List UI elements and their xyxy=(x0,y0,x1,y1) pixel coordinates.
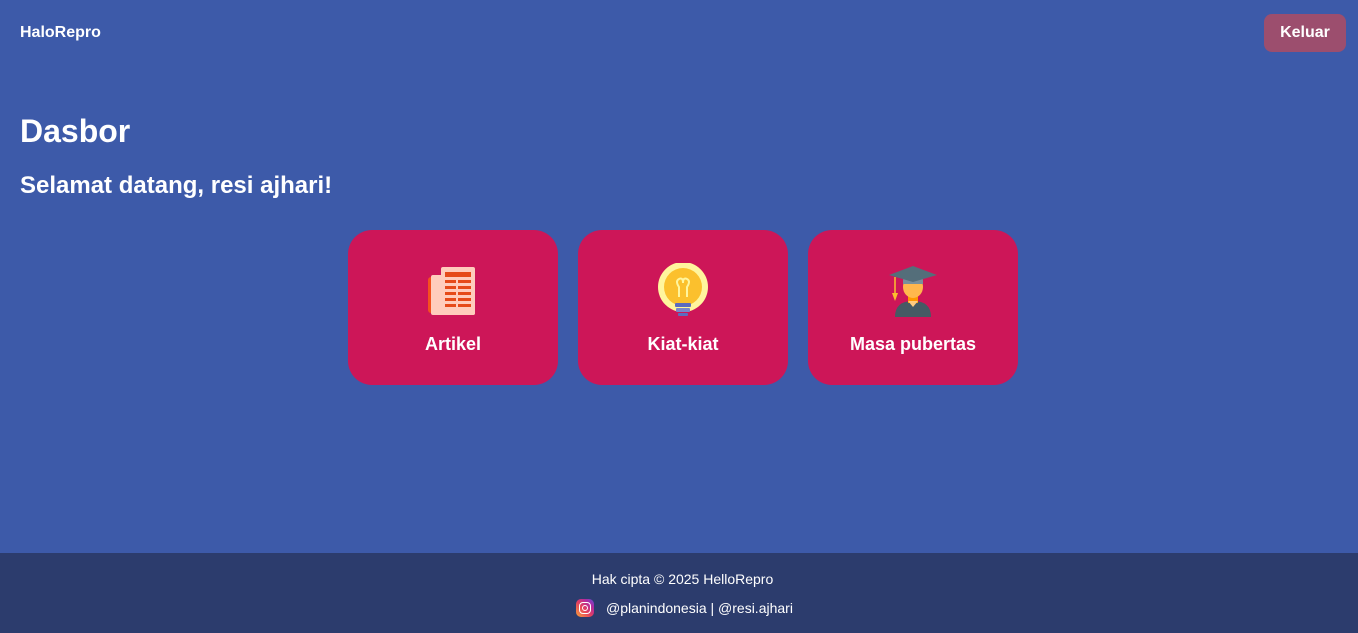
lightbulb-icon xyxy=(658,263,708,316)
brand-logo[interactable]: HaloRepro xyxy=(20,24,101,42)
graduate-icon xyxy=(889,266,937,317)
logout-button[interactable]: Keluar xyxy=(1264,14,1346,52)
footer: Hak cipta © 2025 HelloRepro @planindones… xyxy=(0,553,1358,633)
social-links: @planindonesia | @resi.ajhari xyxy=(576,599,793,617)
newspaper-icon xyxy=(428,267,475,315)
card-label: Kiat-kiat xyxy=(647,334,719,354)
dashboard-cards: Artikel Kiat-kiat Masa pubertas xyxy=(348,230,1018,385)
card-kiat-kiat[interactable]: Kiat-kiat xyxy=(578,230,788,385)
card-artikel[interactable]: Artikel xyxy=(348,230,558,385)
card-label: Artikel xyxy=(424,334,482,354)
copyright-text: Hak cipta © 2025 HelloRepro xyxy=(591,571,774,587)
welcome-message: Selamat datang, resi ajhari! xyxy=(20,172,333,199)
card-masa-pubertas[interactable]: Masa pubertas xyxy=(808,230,1018,385)
navbar: HaloRepro Keluar xyxy=(0,0,1358,66)
instagram-icon[interactable] xyxy=(576,599,594,617)
card-label: Masa pubertas xyxy=(849,334,977,354)
page-title: Dasbor xyxy=(20,113,131,149)
social-handles[interactable]: @planindonesia | @resi.ajhari xyxy=(606,600,793,616)
